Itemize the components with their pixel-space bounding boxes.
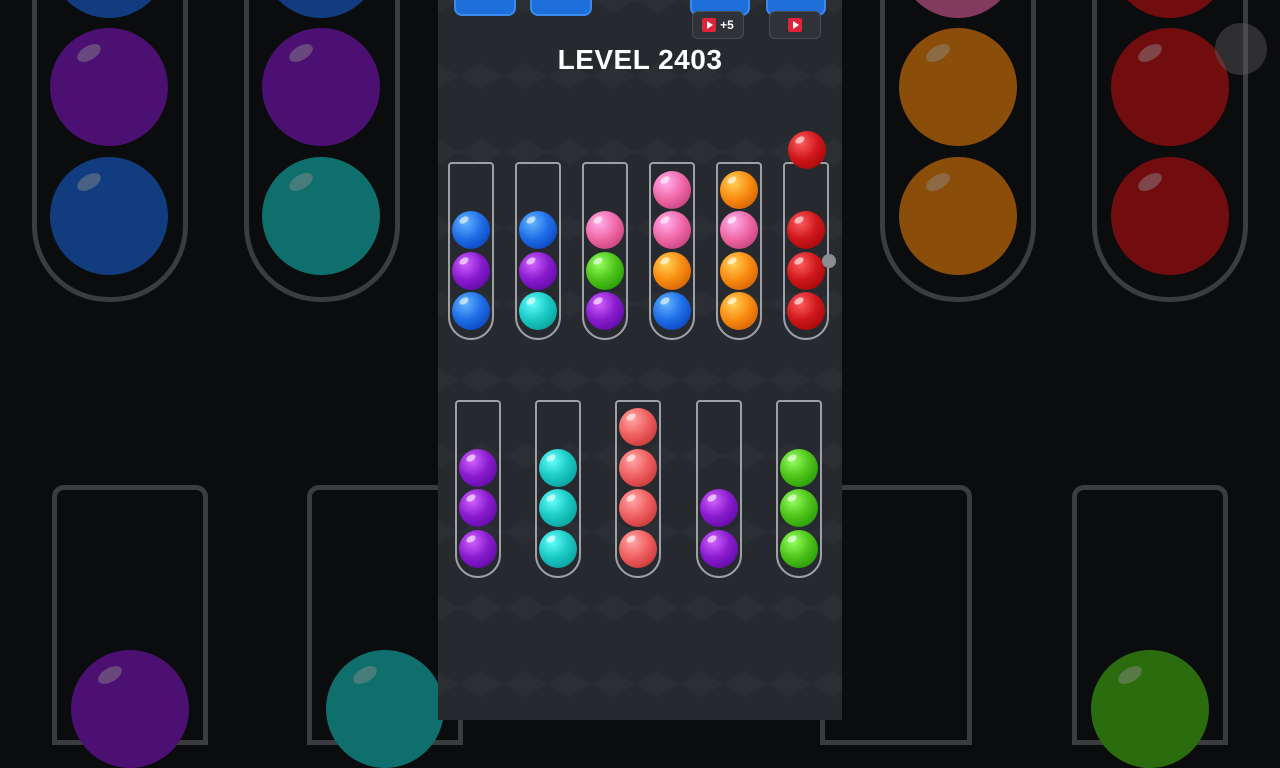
bg-ball	[326, 650, 444, 768]
ball-green	[780, 489, 818, 527]
ball-purple	[519, 252, 557, 290]
bg-ball	[1091, 650, 1209, 768]
bg-ball	[50, 157, 168, 275]
bg-tube	[820, 485, 972, 745]
ball-orange	[720, 171, 758, 209]
bg-ball	[71, 650, 189, 768]
video-ad-icon	[788, 18, 802, 32]
ball-blue	[519, 211, 557, 249]
ball-teal	[519, 292, 557, 330]
ball-green	[780, 449, 818, 487]
top-button-2[interactable]	[530, 0, 592, 16]
game-panel: +5 LEVEL 2403	[438, 0, 842, 720]
hex-pattern	[438, 0, 842, 720]
floating-circle-button[interactable]	[1215, 23, 1267, 75]
bg-ball	[1111, 28, 1229, 146]
touch-indicator	[822, 254, 836, 268]
watch-ad-button[interactable]	[769, 11, 821, 39]
level-title: LEVEL 2403	[557, 44, 723, 75]
bg-ball	[50, 28, 168, 146]
ad-bonus-label: +5	[720, 18, 734, 32]
ball-blue	[653, 292, 691, 330]
ball-salmon	[619, 530, 657, 568]
ball-blue	[452, 292, 490, 330]
ball-red	[787, 252, 825, 290]
ball-purple	[700, 489, 738, 527]
ball-pink	[653, 211, 691, 249]
ball-green	[586, 252, 624, 290]
bg-ball	[899, 157, 1017, 275]
bg-ball	[262, 28, 380, 146]
ball-blue	[452, 211, 490, 249]
ball-green	[780, 530, 818, 568]
ball-teal	[539, 530, 577, 568]
held-ball	[788, 131, 826, 169]
ball-salmon	[619, 408, 657, 446]
ball-pink	[586, 211, 624, 249]
ball-purple	[700, 530, 738, 568]
ball-purple	[459, 530, 497, 568]
ball-purple	[459, 489, 497, 527]
ball-orange	[720, 252, 758, 290]
ball-orange	[653, 252, 691, 290]
video-ad-icon	[702, 18, 717, 32]
watch-ad-plus5-button[interactable]: +5	[692, 11, 744, 39]
ball-purple	[452, 252, 490, 290]
ball-teal	[539, 449, 577, 487]
bg-ball	[899, 28, 1017, 146]
ball-purple	[459, 449, 497, 487]
ball-salmon	[619, 489, 657, 527]
ball-pink	[653, 171, 691, 209]
ball-orange	[720, 292, 758, 330]
ball-pink	[720, 211, 758, 249]
ball-red	[787, 211, 825, 249]
top-button-1[interactable]	[454, 0, 516, 16]
ball-purple	[586, 292, 624, 330]
ball-red	[787, 292, 825, 330]
ball-teal	[539, 489, 577, 527]
bg-ball	[262, 157, 380, 275]
ball-salmon	[619, 449, 657, 487]
bg-ball	[1111, 157, 1229, 275]
